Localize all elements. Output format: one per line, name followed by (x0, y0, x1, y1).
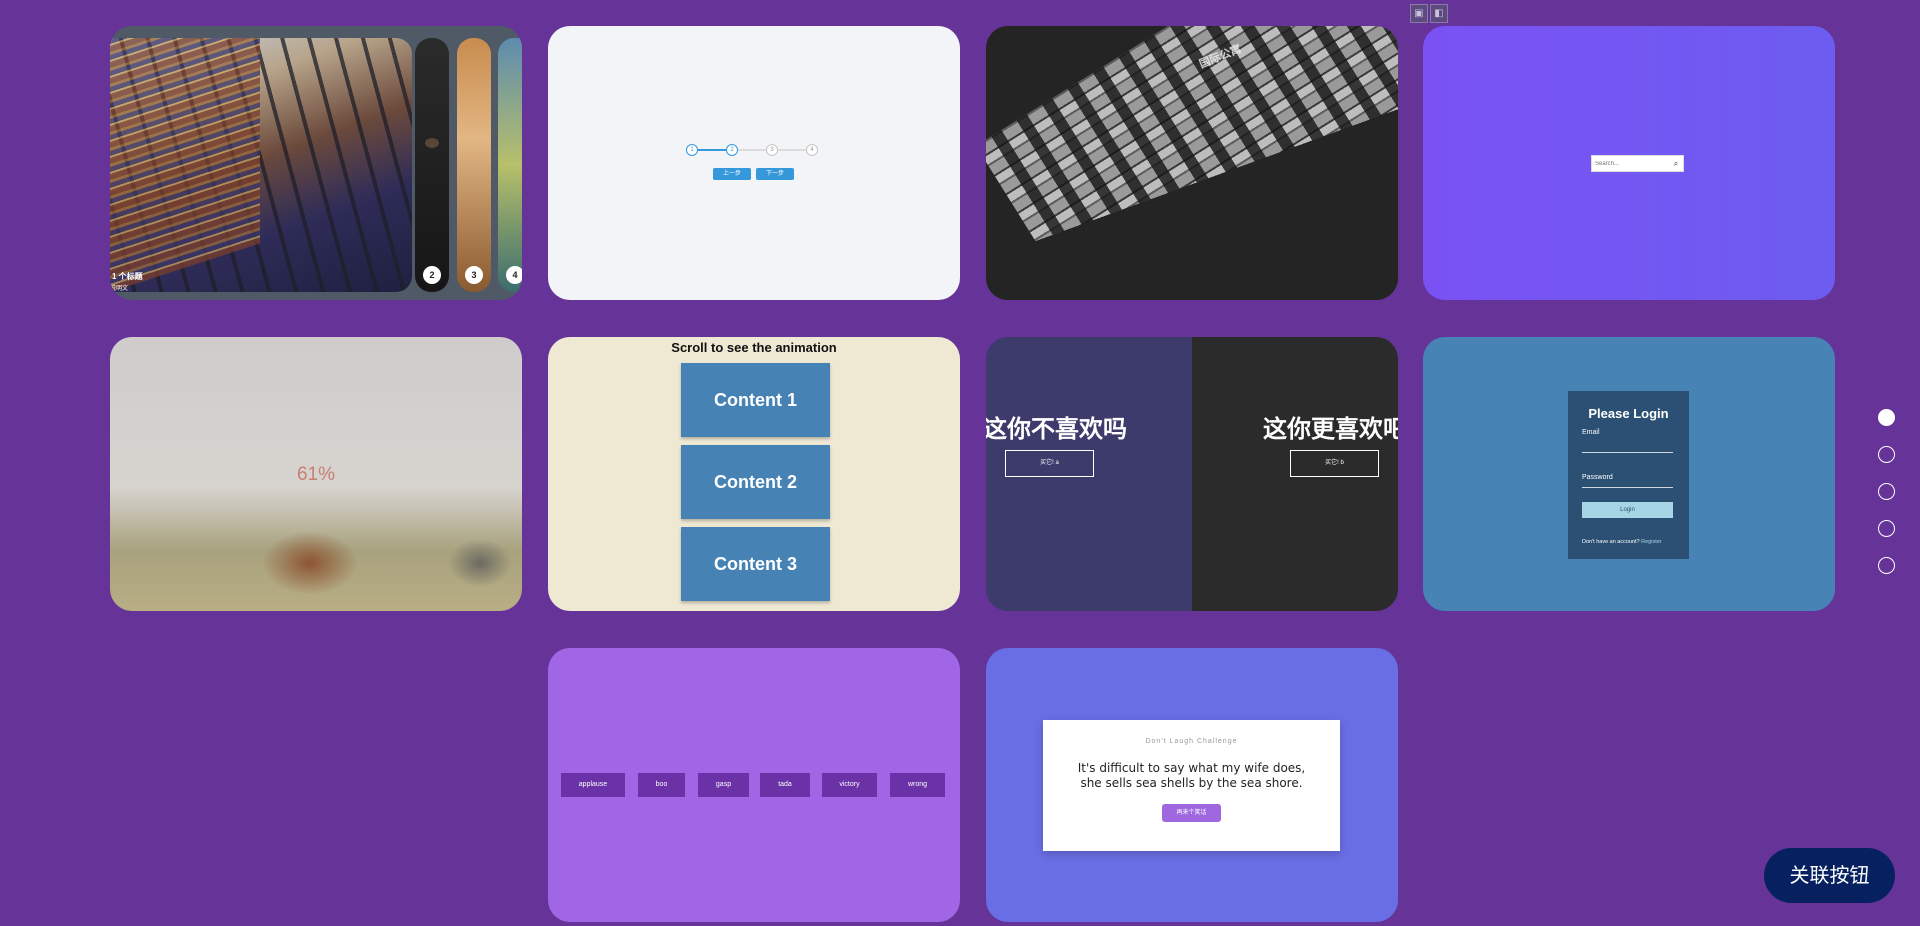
right-title: 这你更喜欢吧 (1263, 415, 1398, 443)
slide-dog[interactable]: 2 (415, 38, 449, 292)
left-title: 这你不喜欢吗 (986, 415, 1127, 443)
next-button[interactable]: 下一步 (756, 168, 794, 180)
login-button[interactable]: Login (1582, 502, 1673, 518)
scroll-animation-card: Scroll to see the animation Content 1 Co… (548, 337, 960, 611)
page-dot[interactable] (1878, 409, 1895, 426)
image-icon[interactable]: ▣ (1410, 4, 1428, 23)
slide-number: 3 (465, 266, 483, 284)
image-slider-card: 2 3 4 1 个标题 说明文 (110, 26, 522, 300)
sound-button-applause[interactable]: applause (561, 773, 625, 797)
joke-card: Don't Laugh Challenge It's difficult to … (986, 648, 1398, 922)
search-input[interactable] (1592, 156, 1669, 171)
sound-button-gasp[interactable]: gasp (698, 773, 749, 797)
split-landing-card: 这你不喜欢吗 买它! a 这你更喜欢吧 买它! b (986, 337, 1398, 611)
page-pagination (1878, 409, 1895, 594)
prev-button[interactable]: 上一步 (713, 168, 751, 180)
slide-library[interactable] (110, 38, 412, 292)
content-box: Content 3 (681, 527, 830, 601)
step-circle: 3 (766, 144, 778, 156)
login-card: Please Login Email Password Login Don't … (1423, 337, 1835, 611)
slide-wood[interactable]: 3 (457, 38, 491, 292)
sound-button-wrong[interactable]: wrong (890, 773, 945, 797)
scroll-title: Scroll to see the animation (671, 340, 837, 355)
joke-box: Don't Laugh Challenge It's difficult to … (1043, 720, 1340, 851)
stepper-card: 1 2 3 4 上一步 下一步 (548, 26, 960, 300)
joke-text: It's difficult to say what my wife does,… (1043, 761, 1340, 791)
login-form: Please Login Email Password Login Don't … (1568, 391, 1689, 559)
register-text: Don't have an account? (1582, 539, 1640, 545)
search-icon[interactable]: ⌕ (1669, 157, 1683, 171)
joke-line: she sells sea shells by the sea shore. (1080, 776, 1303, 790)
step-circle: 2 (726, 144, 738, 156)
top-toolbar: ▣ ◧ (1410, 4, 1448, 23)
password-label: Password (1582, 474, 1613, 481)
search-card: ⌕ (1423, 26, 1835, 300)
email-label: Email (1582, 429, 1600, 436)
left-buy-button[interactable]: 买它! a (1005, 450, 1094, 477)
email-field[interactable] (1582, 452, 1673, 453)
login-title: Please Login (1588, 406, 1669, 421)
register-prompt: Don't have an account? Register (1582, 539, 1662, 545)
joke-line: It's difficult to say what my wife does, (1077, 761, 1306, 775)
blur-loading-card: 61% (110, 337, 522, 611)
sound-button-boo[interactable]: boo (638, 773, 685, 797)
page-dot[interactable] (1878, 520, 1895, 537)
sound-button-victory[interactable]: victory (822, 773, 877, 797)
content-box: Content 2 (681, 445, 830, 519)
register-link[interactable]: Register (1641, 539, 1661, 545)
page-dot[interactable] (1878, 483, 1895, 500)
next-joke-button[interactable]: 再来个笑话 (1162, 804, 1221, 822)
right-buy-button[interactable]: 买它! b (1290, 450, 1379, 477)
sound-button-tada[interactable]: tada (760, 773, 810, 797)
split-left-panel[interactable]: 这你不喜欢吗 买它! a (986, 337, 1192, 611)
step-circle: 1 (686, 144, 698, 156)
building-photo-card: 国际公寓 (986, 26, 1398, 300)
content-box: Content 1 (681, 363, 830, 437)
associate-button[interactable]: 关联按钮 (1764, 848, 1895, 903)
soundboard-card: applause boo gasp tada victory wrong (548, 648, 960, 922)
step-circle: 4 (806, 144, 818, 156)
progress-steps: 1 2 3 4 (686, 144, 818, 156)
search-box: ⌕ (1591, 155, 1684, 172)
slide-number: 4 (506, 266, 522, 284)
password-field[interactable] (1582, 487, 1673, 488)
split-view-icon[interactable]: ◧ (1430, 4, 1448, 23)
split-right-panel[interactable]: 这你更喜欢吧 买它! b (1192, 337, 1398, 611)
page-dot[interactable] (1878, 446, 1895, 463)
slide-number: 2 (423, 266, 441, 284)
loading-percent: 61% (296, 464, 336, 485)
slide-landscape[interactable]: 4 (498, 38, 522, 292)
slide-caption: 1 个标题 (112, 272, 143, 281)
joke-heading: Don't Laugh Challenge (1145, 738, 1238, 745)
slide-subcaption: 说明文 (110, 286, 129, 292)
page-dot[interactable] (1878, 557, 1895, 574)
